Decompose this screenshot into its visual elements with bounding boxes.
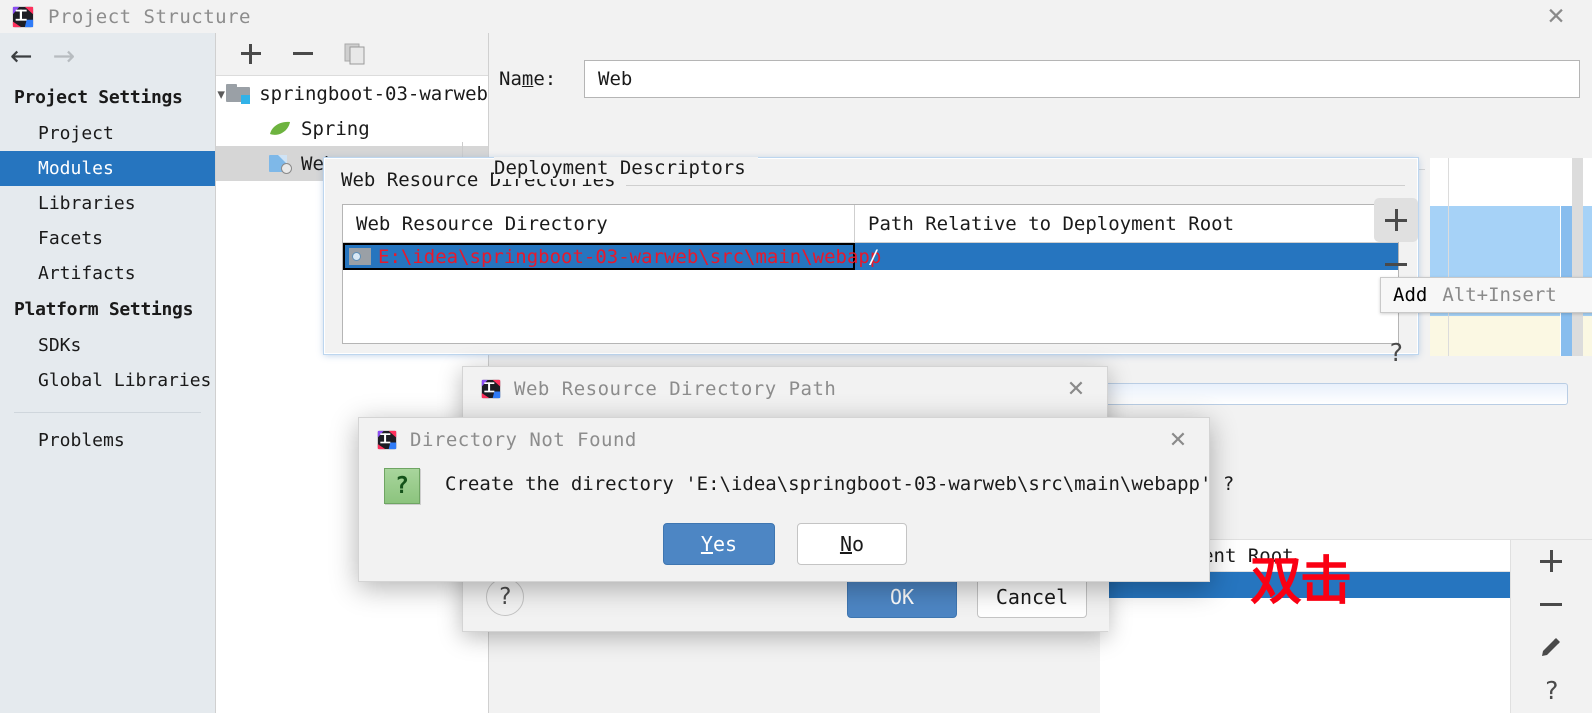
sidebar-item-global-libraries[interactable]: Global Libraries bbox=[0, 363, 215, 398]
bg-row-white bbox=[1425, 158, 1592, 206]
deployment-root-side-toolbar: ? bbox=[1511, 540, 1592, 713]
sidebar-group-project-settings: Project Settings bbox=[14, 87, 183, 108]
yes-rest: es bbox=[712, 532, 738, 556]
column-header-web-resource-directory[interactable]: Web Resource Directory bbox=[343, 205, 855, 242]
cell-path-relative[interactable]: / bbox=[855, 243, 1398, 270]
web-resource-directories-table[interactable]: Web Resource Directory Path Relative to … bbox=[342, 204, 1399, 344]
window-titlebar: Project Structure ✕ bbox=[0, 0, 1592, 33]
annotation-double-click: 双击 bbox=[1250, 552, 1352, 612]
sidebar-nav: ← → bbox=[0, 33, 215, 79]
dialog-message: Create the directory 'E:\idea\springboot… bbox=[445, 473, 1235, 495]
module-tree-panel: ▾ springboot-03-warweb Spring Web bbox=[216, 33, 488, 713]
tree-node-spring[interactable]: Spring bbox=[216, 111, 488, 146]
cell-web-resource-directory[interactable]: E:\idea\springboot-03-warweb\src\main\we… bbox=[343, 243, 881, 270]
minus-icon[interactable] bbox=[1511, 583, 1592, 626]
dialog-message-row: ? Create the directory 'E:\idea\springbo… bbox=[359, 464, 1234, 504]
no-accel: N bbox=[839, 532, 852, 556]
web-facet-icon bbox=[268, 154, 292, 174]
question-green-icon: ? bbox=[384, 468, 420, 504]
bg-column-divider bbox=[1448, 158, 1449, 356]
yes-button[interactable]: Yes bbox=[663, 523, 775, 565]
no-rest: o bbox=[852, 532, 865, 556]
module-tree-toolbar bbox=[216, 33, 488, 76]
sidebar-item-facets[interactable]: Facets bbox=[0, 221, 215, 256]
plus-icon[interactable] bbox=[1511, 540, 1592, 583]
name-row: Name: Web bbox=[489, 56, 1592, 102]
tree-node-label: springboot-03-warweb bbox=[259, 82, 488, 105]
plus-icon[interactable] bbox=[1374, 198, 1418, 242]
sidebar-item-problems[interactable]: Problems bbox=[0, 423, 215, 458]
yes-accel: Y bbox=[700, 532, 713, 556]
intellij-idea-icon bbox=[481, 379, 501, 399]
tooltip-shortcut: Alt+Insert bbox=[1442, 284, 1557, 306]
close-icon[interactable]: ✕ bbox=[1542, 5, 1570, 29]
minus-icon[interactable] bbox=[290, 41, 316, 67]
deployment-descriptors-label: Deployment Descriptors bbox=[494, 157, 758, 179]
directory-icon bbox=[349, 248, 371, 265]
question-icon[interactable]: ? bbox=[1374, 330, 1418, 374]
sidebar-item-artifacts[interactable]: Artifacts bbox=[0, 256, 215, 291]
table-row[interactable]: E:\idea\springboot-03-warweb\src\main\we… bbox=[343, 243, 1398, 270]
project-structure-window: Project Structure ✕ ← → Project Settings… bbox=[0, 0, 1592, 713]
no-button[interactable]: No bbox=[797, 523, 907, 565]
add-tooltip: Add Alt+Insert bbox=[1380, 277, 1592, 313]
dialog-titlebar: Directory Not Found ✕ bbox=[359, 418, 1209, 462]
dialog-buttons: Yes No bbox=[359, 523, 1211, 565]
intellij-idea-icon bbox=[12, 6, 34, 27]
directory-path-text: E:\idea\springboot-03-warweb\src\main\we… bbox=[378, 245, 882, 268]
arrow-left-icon[interactable]: ← bbox=[10, 43, 33, 70]
window-title: Project Structure bbox=[48, 5, 251, 28]
sidebar-group-platform-settings: Platform Settings bbox=[14, 299, 194, 320]
tooltip-action: Add bbox=[1393, 284, 1428, 306]
directory-not-found-dialog: Directory Not Found ✕ ? Create the direc… bbox=[358, 417, 1234, 582]
sidebar-item-modules[interactable]: Modules bbox=[0, 151, 215, 186]
close-icon[interactable]: ✕ bbox=[1063, 377, 1089, 402]
table-body bbox=[1100, 598, 1510, 713]
copy-icon[interactable] bbox=[342, 41, 368, 67]
name-input[interactable]: Web bbox=[584, 60, 1580, 98]
name-label: Name: bbox=[499, 68, 557, 90]
settings-sidebar: ← → Project Settings Project Modules Lib… bbox=[0, 33, 215, 713]
dialog-titlebar: Web Resource Directory Path ✕ bbox=[463, 367, 1107, 411]
bg-column-divider bbox=[1560, 158, 1561, 356]
sidebar-item-sdks[interactable]: SDKs bbox=[0, 328, 215, 363]
spring-leaf-icon bbox=[270, 121, 290, 135]
dialog-title: Directory Not Found bbox=[410, 429, 637, 451]
pencil-icon[interactable] bbox=[1511, 626, 1592, 669]
question-icon[interactable]: ? bbox=[1511, 669, 1592, 712]
web-resource-directories-panel: Web Resource Directories Web Resource Di… bbox=[324, 158, 1418, 354]
sidebar-divider bbox=[14, 412, 201, 413]
chevron-down-icon[interactable]: ▾ bbox=[216, 85, 226, 103]
intellij-idea-icon bbox=[377, 430, 397, 450]
dialog-title: Web Resource Directory Path bbox=[514, 378, 837, 400]
close-icon[interactable]: ✕ bbox=[1165, 428, 1191, 453]
module-folder-icon bbox=[226, 83, 251, 104]
column-header-path-relative[interactable]: Path Relative to Deployment Root bbox=[855, 205, 1398, 242]
bg-gutter bbox=[1425, 158, 1430, 356]
arrow-right-icon[interactable]: → bbox=[53, 43, 76, 70]
background-list-panel bbox=[1425, 158, 1592, 356]
tree-node-springboot-03-warweb[interactable]: ▾ springboot-03-warweb bbox=[216, 76, 488, 111]
sidebar-item-libraries[interactable]: Libraries bbox=[0, 186, 215, 221]
bg-scroll-track[interactable] bbox=[1572, 158, 1583, 356]
tree-node-label: Spring bbox=[301, 117, 370, 140]
question-icon[interactable]: ? bbox=[486, 577, 524, 616]
table-header: Web Resource Directory Path Relative to … bbox=[343, 205, 1398, 243]
plus-icon[interactable] bbox=[238, 41, 264, 67]
sidebar-item-project[interactable]: Project bbox=[0, 116, 215, 151]
